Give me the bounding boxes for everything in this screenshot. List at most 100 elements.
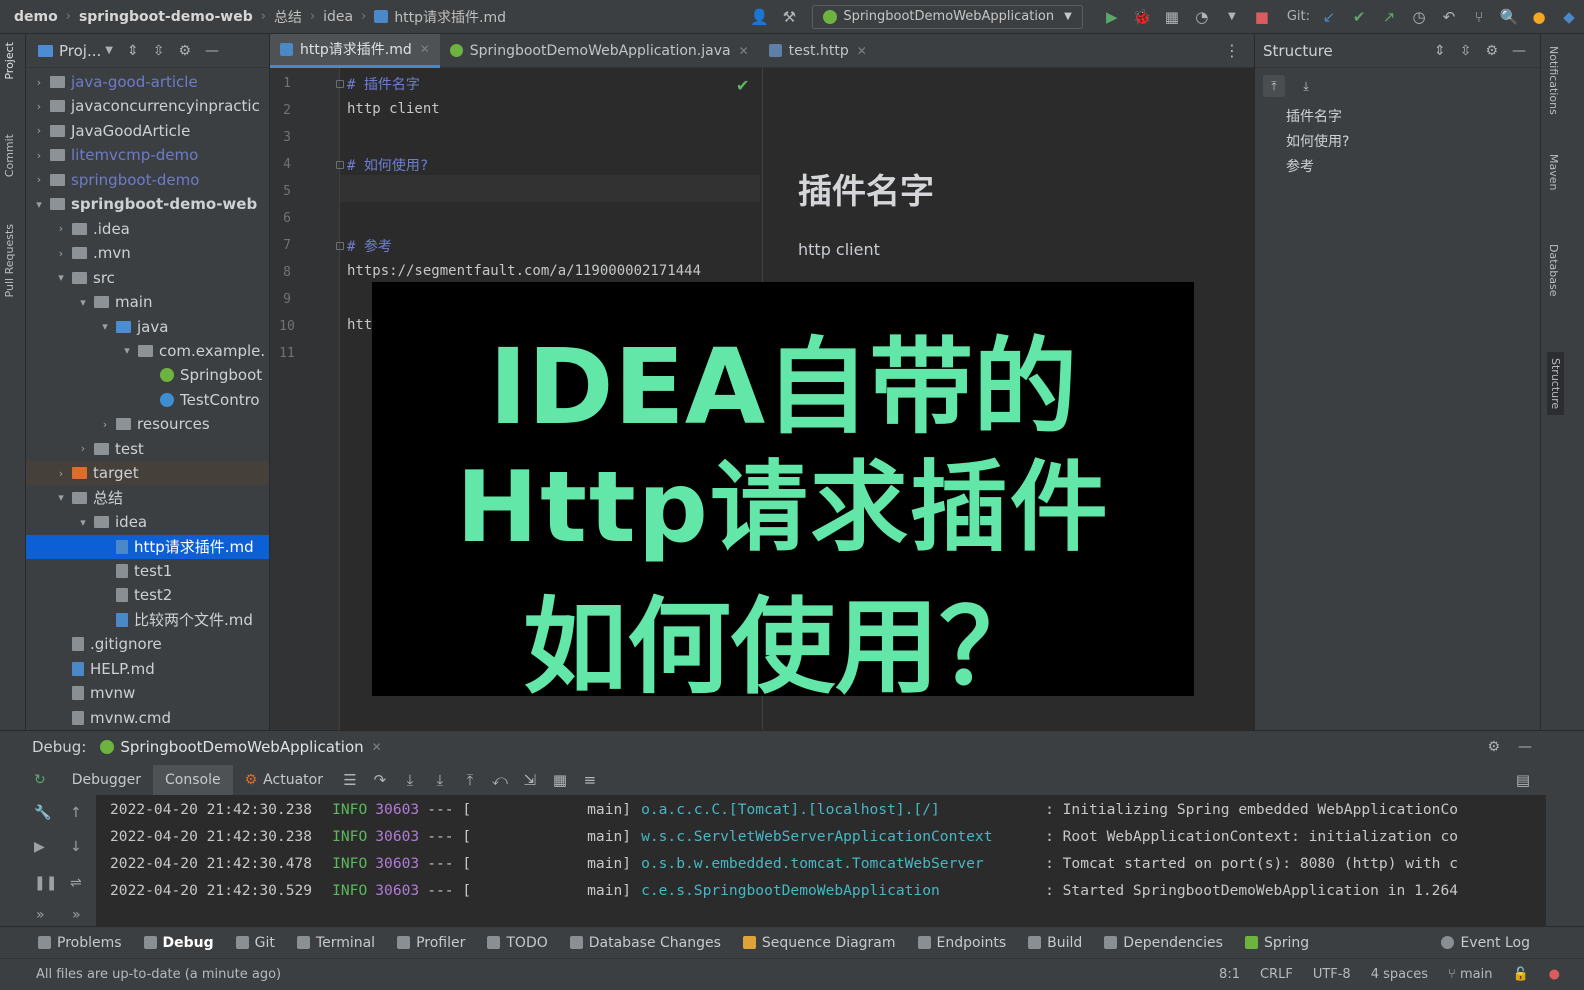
wrench-icon[interactable]: 🔧: [34, 805, 51, 821]
console-output[interactable]: 2022-04-20 21:42:30.238 INFO 30603 --- [mai…: [96, 795, 1546, 927]
structure-item[interactable]: 插件名字: [1286, 106, 1342, 126]
more-icon[interactable]: »: [72, 907, 81, 923]
hide-panel-icon[interactable]: —: [205, 43, 219, 59]
tool-sequence-diagram[interactable]: Sequence Diagram: [742, 935, 896, 951]
hide-panel-icon[interactable]: —: [1512, 43, 1526, 59]
log-logger[interactable]: o.a.c.c.C.[Tomcat].[localhost].[/]: [641, 801, 1045, 818]
run-configuration-selector[interactable]: SpringbootDemoWebApplication ▼: [812, 4, 1083, 29]
close-icon[interactable]: ✕: [420, 42, 430, 56]
git-commit-icon[interactable]: ✔: [1346, 6, 1372, 28]
layout-icon[interactable]: ▤: [1510, 769, 1536, 791]
run-to-cursor-icon[interactable]: ⇲: [517, 769, 543, 791]
tree-item[interactable]: HELP.md: [26, 657, 269, 681]
status-message[interactable]: All files are up-to-date (a minute ago): [36, 967, 281, 982]
history-icon[interactable]: ◷: [1406, 6, 1432, 28]
tree-item[interactable]: test2: [26, 583, 269, 607]
build-hammer-icon[interactable]: ⚒: [776, 6, 802, 28]
tool-debug[interactable]: Debug: [143, 935, 214, 951]
tree-item[interactable]: ▾ src: [26, 266, 269, 290]
tree-item[interactable]: ▾ main: [26, 290, 269, 314]
search-icon[interactable]: 🔍: [1496, 6, 1522, 28]
collapse-all-icon[interactable]: ⇳: [1460, 43, 1472, 59]
tree-item[interactable]: ▾ 总结: [26, 486, 269, 510]
structure-item[interactable]: 参考: [1286, 156, 1314, 176]
database-tool-tab[interactable]: Database: [1547, 244, 1560, 297]
tab-actuator[interactable]: ⚙ Actuator: [233, 765, 335, 795]
gear-icon[interactable]: ⚙: [1487, 739, 1500, 755]
project-tool-tab[interactable]: Project: [3, 42, 16, 80]
more-icon[interactable]: »: [36, 907, 45, 923]
up-arrow-icon[interactable]: ↑: [70, 805, 82, 821]
hide-panel-icon[interactable]: —: [1518, 739, 1532, 755]
tool-dependencies[interactable]: Dependencies: [1104, 935, 1223, 951]
tree-item[interactable]: › .mvn: [26, 241, 269, 265]
force-step-into-icon[interactable]: ⤓: [427, 769, 453, 791]
tree-item[interactable]: 比较两个文件.md: [26, 608, 269, 632]
log-logger[interactable]: o.s.b.w.embedded.tomcat.TomcatWebServer: [641, 855, 1045, 872]
pause-icon[interactable]: ❚❚: [34, 875, 57, 891]
step-over-icon[interactable]: ↷: [367, 769, 393, 791]
breadcrumb-folder-summary[interactable]: 总结: [274, 7, 302, 27]
project-panel-title[interactable]: Proj...: [59, 42, 101, 60]
file-encoding[interactable]: UTF-8: [1313, 967, 1351, 982]
notifications-tool-tab[interactable]: Notifications: [1547, 46, 1560, 115]
coverage-icon[interactable]: ▦: [1159, 6, 1185, 28]
log-logger[interactable]: c.e.s.SpringbootDemoWebApplication: [641, 882, 1045, 899]
breadcrumb-project[interactable]: demo: [14, 9, 58, 25]
jetbrains-logo-icon[interactable]: ◆: [1556, 6, 1582, 28]
tool-todo[interactable]: TODO: [487, 935, 548, 951]
close-icon[interactable]: ✕: [372, 740, 382, 754]
tree-item[interactable]: mvnw.cmd: [26, 706, 269, 730]
git-branch[interactable]: ⑂ main: [1448, 967, 1492, 982]
git-update-icon[interactable]: ↙: [1316, 6, 1342, 28]
sort-up-icon[interactable]: ⤒: [1263, 75, 1285, 97]
tab-test-http[interactable]: test.http ✕: [759, 34, 877, 68]
tree-item[interactable]: › test: [26, 437, 269, 461]
stop-icon[interactable]: ■: [1249, 6, 1275, 28]
git-push-icon[interactable]: ↗: [1376, 6, 1402, 28]
tool-build[interactable]: Build: [1028, 935, 1082, 951]
structure-tool-tab[interactable]: Structure: [1547, 352, 1564, 416]
commit-tool-tab[interactable]: Commit: [3, 134, 16, 177]
expand-all-icon[interactable]: ⇕: [1434, 43, 1446, 59]
gear-icon[interactable]: ⚙: [178, 43, 191, 59]
tree-item[interactable]: ▾ com.example.: [26, 339, 269, 363]
tab-springboot-application-java[interactable]: SpringbootDemoWebApplication.java ✕: [440, 34, 759, 68]
breadcrumb-module[interactable]: springboot-demo-web: [79, 9, 253, 25]
tool-spring[interactable]: Spring: [1244, 935, 1309, 951]
tool-database-changes[interactable]: Database Changes: [569, 935, 721, 951]
maven-tool-tab[interactable]: Maven: [1547, 154, 1560, 190]
tool-git[interactable]: Git: [235, 935, 275, 951]
expand-all-icon[interactable]: ⇕: [127, 43, 139, 59]
rerun-icon[interactable]: ↻: [34, 772, 46, 788]
tool-profiler[interactable]: Profiler: [397, 935, 465, 951]
gear-icon[interactable]: ⚙: [1485, 43, 1498, 59]
log-logger[interactable]: w.s.c.ServletWebServerApplicationContext: [641, 828, 1045, 845]
tree-item[interactable]: http请求插件.md: [26, 534, 269, 559]
down-arrow-icon[interactable]: ↓: [70, 839, 82, 855]
rollback-icon[interactable]: ↶: [1436, 6, 1462, 28]
event-log-tool[interactable]: Event Log: [1441, 935, 1530, 951]
step-out-icon[interactable]: ⤒: [457, 769, 483, 791]
tree-item[interactable]: › java-good-article: [26, 70, 269, 94]
tool-problems[interactable]: Problems: [38, 935, 122, 951]
tree-item[interactable]: › resources: [26, 412, 269, 436]
chevron-down-icon[interactable]: ▼: [105, 45, 113, 56]
vcs-operations-icon[interactable]: ⑂: [1466, 6, 1492, 28]
breadcrumb-file[interactable]: http请求插件.md: [394, 7, 506, 27]
line-separator[interactable]: CRLF: [1260, 967, 1293, 982]
profiler-icon[interactable]: ◔: [1189, 6, 1215, 28]
structure-item[interactable]: 如何使用?: [1286, 131, 1349, 151]
tree-item[interactable]: › JavaGoodArticle: [26, 119, 269, 143]
tree-item[interactable]: TestContro: [26, 388, 269, 412]
tool-endpoints[interactable]: Endpoints: [917, 935, 1006, 951]
tree-item[interactable]: .gitignore: [26, 632, 269, 656]
tree-item[interactable]: test1: [26, 559, 269, 583]
debug-icon[interactable]: 🐞: [1129, 6, 1155, 28]
close-icon[interactable]: ✕: [857, 44, 867, 58]
tree-item[interactable]: Springboot: [26, 363, 269, 387]
threads-icon[interactable]: ☰: [337, 769, 363, 791]
soft-wrap-icon[interactable]: ⇌: [70, 875, 82, 891]
drop-frame-icon[interactable]: ⤺: [487, 769, 513, 791]
pull-requests-tool-tab[interactable]: Pull Requests: [3, 224, 16, 297]
